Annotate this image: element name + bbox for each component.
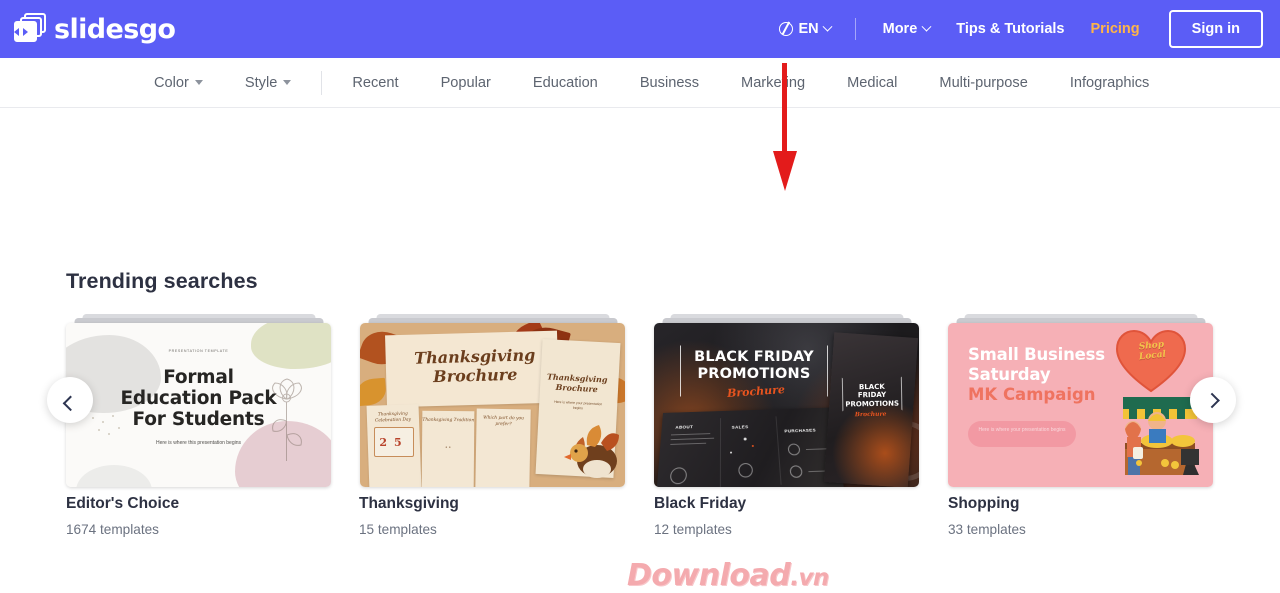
brochure-mini-1-title: Thanksgiving Celebration Day bbox=[374, 411, 412, 424]
template-card-shopping[interactable]: Small Business Saturday MK Campaign Here… bbox=[948, 314, 1213, 487]
card-template-count: 15 templates bbox=[359, 522, 437, 537]
slide-title-line-2: Saturday bbox=[968, 365, 1051, 384]
slide-title-line-2: Education Pack bbox=[120, 388, 277, 409]
template-card-thanksgiving[interactable]: Thanksgiving Brochure Thanksgiving Broch… bbox=[360, 314, 625, 487]
caret-down-icon bbox=[283, 80, 292, 85]
template-card-editors-choice[interactable]: PRESENTATION TEMPLATE Formal Education P… bbox=[66, 314, 331, 487]
brochure-cover: BLACK FRIDAY PROMOTIONS Brochure bbox=[823, 332, 919, 487]
download-vn-watermark: Download.vn bbox=[627, 558, 829, 593]
slide-title: Formal Education Pack For Students bbox=[66, 367, 331, 430]
card-caption-editors-choice: Editor's Choice 1674 templates bbox=[66, 495, 179, 537]
card-template-count: 33 templates bbox=[948, 522, 1026, 537]
brochure-cover-title: BLACK FRIDAY PROMOTIONS bbox=[838, 382, 906, 409]
slide-title: Thanksgiving Brochure bbox=[390, 345, 561, 388]
nav-pricing[interactable]: Pricing bbox=[1078, 15, 1153, 43]
filter-style-label: Style bbox=[244, 74, 278, 91]
card-title[interactable]: Editor's Choice bbox=[66, 495, 179, 513]
nav-category-education[interactable]: Education bbox=[512, 75, 619, 91]
nav-category-popular[interactable]: Popular bbox=[420, 75, 512, 91]
filter-style[interactable]: Style bbox=[224, 75, 312, 91]
language-selector[interactable]: EN bbox=[769, 15, 840, 43]
brochure-right-title: Thanksgiving Brochure bbox=[545, 371, 610, 394]
card-title[interactable]: Black Friday bbox=[654, 495, 746, 513]
autumn-leaf-icon bbox=[360, 377, 388, 407]
card-thumbnail[interactable]: BLACK FRIDAY PROMOTIONS Brochure ABOUT S… bbox=[654, 323, 919, 487]
watermark-tld: .vn bbox=[790, 565, 829, 591]
carousel-next-button[interactable] bbox=[1190, 377, 1236, 423]
card-thumbnail[interactable]: PRESENTATION TEMPLATE Formal Education P… bbox=[66, 323, 331, 487]
logo-text: slidesgo bbox=[54, 13, 176, 45]
nav-category-recent[interactable]: Recent bbox=[331, 75, 419, 91]
card-caption-thanksgiving: Thanksgiving 15 templates bbox=[359, 495, 459, 537]
nav-more-label: More bbox=[882, 21, 918, 37]
decor-grey-blob-2 bbox=[76, 465, 152, 487]
chevron-right-icon bbox=[1203, 392, 1220, 408]
chevron-left-icon bbox=[62, 395, 78, 411]
nav-tips-tutorials[interactable]: Tips & Tutorials bbox=[943, 15, 1077, 43]
globe-icon bbox=[779, 22, 794, 36]
main-content: Trending searches PRESENTATION TEMPLATE … bbox=[0, 108, 1280, 593]
turkey-illustration bbox=[564, 425, 619, 478]
chevron-down-icon bbox=[921, 21, 932, 32]
watermark-name: Download bbox=[627, 558, 791, 593]
category-nav: Color Style Recent Popular Education Bus… bbox=[0, 58, 1280, 108]
slide-title-line-3: For Students bbox=[132, 409, 265, 430]
card-template-count: 12 templates bbox=[654, 522, 732, 537]
card-thumbnail[interactable]: Thanksgiving Brochure Thanksgiving Broch… bbox=[360, 323, 625, 487]
card-template-count: 1674 templates bbox=[66, 522, 159, 537]
slide-title-line-2: PROMOTIONS bbox=[697, 366, 811, 382]
brochure-cover-script: Brochure bbox=[854, 410, 887, 419]
sign-in-button[interactable]: Sign in bbox=[1168, 10, 1263, 48]
slides-stack-icon bbox=[8, 12, 46, 46]
brochure-mini-2: Thanksgiving Tradition ● ● bbox=[421, 410, 475, 487]
nav-pricing-label: Pricing bbox=[1090, 21, 1140, 37]
slidesgo-logo[interactable]: slidesgo bbox=[8, 12, 176, 46]
chevron-down-icon bbox=[822, 21, 833, 32]
brochure-mini-3: Which part do you prefer? bbox=[475, 408, 531, 487]
page-title: Trending searches bbox=[66, 269, 258, 293]
card-title[interactable]: Thanksgiving bbox=[359, 495, 459, 513]
card-thumbnail[interactable]: Small Business Saturday MK Campaign Here… bbox=[948, 323, 1213, 487]
slide-title-line-1: Small Business bbox=[968, 345, 1105, 364]
nav-category-multipurpose[interactable]: Multi-purpose bbox=[918, 75, 1048, 91]
language-label: EN bbox=[798, 21, 819, 37]
card-title[interactable]: Shopping bbox=[948, 495, 1026, 513]
slide-pill: Here is where your presentation begins bbox=[968, 421, 1076, 447]
decor-olive-blob bbox=[251, 323, 331, 369]
slide-subtitle: Here is where this presentation begins bbox=[155, 440, 242, 446]
brochure-mini-2-title: Thanksgiving Tradition bbox=[422, 417, 475, 424]
header-nav: EN More Tips & Tutorials Pricing Sign in bbox=[769, 10, 1280, 48]
carousel-prev-button[interactable] bbox=[47, 377, 93, 423]
slide-title: Small Business Saturday bbox=[968, 345, 1105, 385]
nav-divider bbox=[321, 70, 323, 95]
caret-down-icon bbox=[194, 80, 203, 85]
filter-color-label: Color bbox=[154, 74, 189, 91]
slide-title: BLACK FRIDAY PROMOTIONS bbox=[676, 349, 832, 383]
slide-title-line-1: BLACK FRIDAY bbox=[694, 349, 814, 365]
trending-carousel: PRESENTATION TEMPLATE Formal Education P… bbox=[0, 314, 1280, 489]
top-header: slidesgo EN More Tips & Tutorials Pricin… bbox=[0, 0, 1280, 58]
nav-more[interactable]: More bbox=[870, 15, 944, 43]
slide-title-accent: MK Campaign bbox=[968, 385, 1096, 404]
slide-eyebrow: PRESENTATION TEMPLATE bbox=[168, 349, 229, 353]
slide-title-line-1: Formal bbox=[163, 367, 234, 388]
brochure-label-purchases: PURCHASES bbox=[784, 427, 817, 434]
header-divider bbox=[854, 18, 856, 40]
brochure-label-sales: SALES bbox=[731, 424, 749, 430]
filter-color[interactable]: Color bbox=[133, 75, 224, 91]
nav-category-medical[interactable]: Medical bbox=[826, 75, 918, 91]
brochure-mini-2-body: ● ● bbox=[445, 444, 451, 450]
nav-category-infographics[interactable]: Infographics bbox=[1049, 75, 1171, 91]
card-caption-shopping: Shopping 33 templates bbox=[948, 495, 1026, 537]
red-down-arrow bbox=[773, 63, 797, 191]
calendar-day: 25 bbox=[379, 436, 409, 449]
cover-line-3: PROMOTIONS bbox=[845, 399, 900, 409]
brochure-spread: ABOUT SALES PURCHASES bbox=[655, 407, 845, 487]
template-card-black-friday[interactable]: BLACK FRIDAY PROMOTIONS Brochure ABOUT S… bbox=[654, 314, 919, 487]
card-caption-black-friday: Black Friday 12 templates bbox=[654, 495, 746, 537]
calendar-icon: 25 bbox=[374, 427, 414, 457]
nav-tips-label: Tips & Tutorials bbox=[956, 21, 1065, 37]
brochure-mini-3-title: Which part do you prefer? bbox=[483, 415, 525, 428]
nav-category-business[interactable]: Business bbox=[619, 75, 720, 91]
